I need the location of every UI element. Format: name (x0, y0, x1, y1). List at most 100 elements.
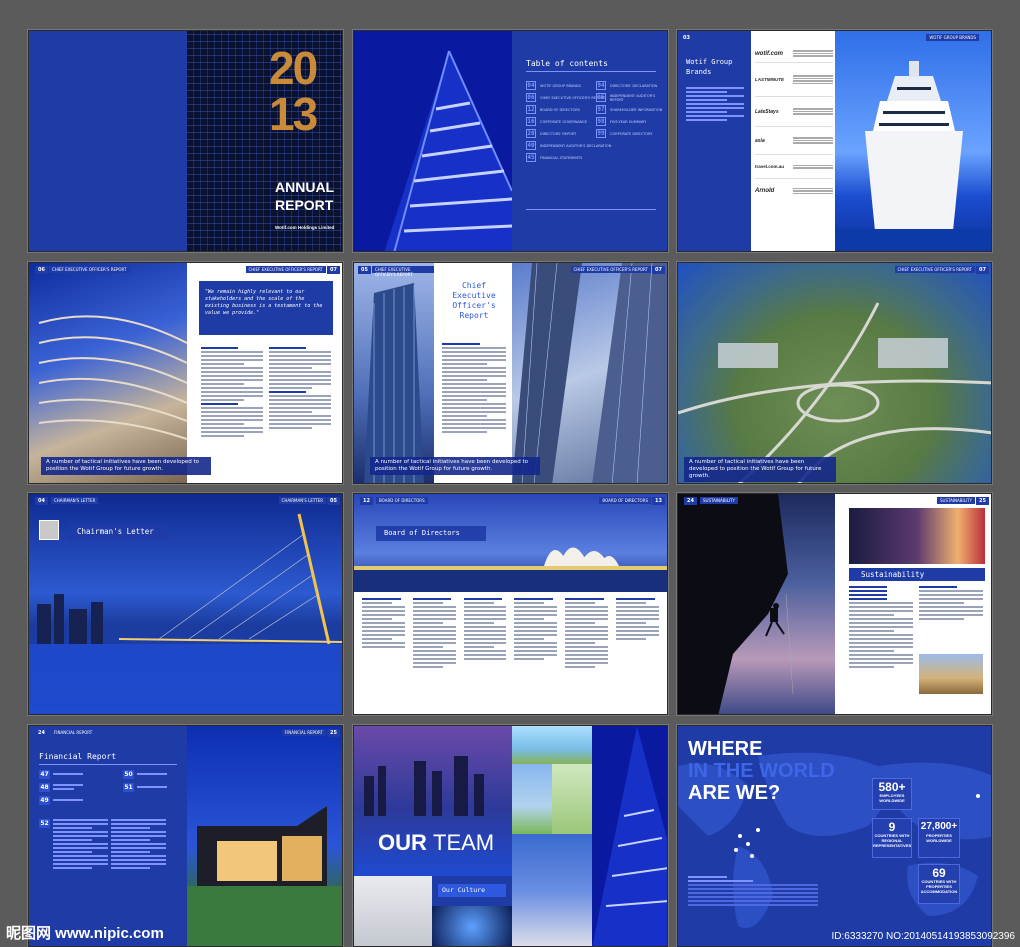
body-text-col-2 (269, 347, 331, 431)
toc-panel: Table of contents 04 WOTIF GROUP BRANDS 0… (512, 31, 667, 251)
cover-year-top: 20 (269, 42, 318, 94)
header-label: CHIEF EXECUTIVE OFFICER'S REPORT (49, 266, 130, 273)
cliff-climber-graphic (678, 494, 794, 714)
board-member-col (565, 598, 609, 670)
brands-intro-text (686, 87, 744, 123)
toc-item-label: INDEPENDENT AUDITOR'S DECLARATION (540, 143, 612, 148)
team-photo-people (354, 876, 432, 946)
header-label: WOTIF GROUP BRANDS (926, 34, 979, 41)
stat-label: COUNTRIES WITH PROPERTIES ACCOMMODATION (920, 879, 958, 894)
toc-item[interactable]: 40 INDEPENDENT AUDITOR'S DECLARATION (526, 141, 611, 150)
section-number: 49 (39, 796, 50, 805)
toc-item-number: 40 (526, 141, 536, 150)
brands-panel: 03 Wotif Group Brands (678, 31, 751, 251)
toc-item[interactable]: 97 SHAREHOLDER INFORMATION (596, 105, 667, 114)
team-title-a: OUR (378, 830, 427, 855)
financial-panel: 24 FINANCIAL REPORT Financial Report 47 … (29, 726, 187, 946)
spread-ceo-quote[interactable]: 06 CHIEF EXECUTIVE OFFICER'S REPORT A nu… (28, 262, 343, 484)
toc-item[interactable]: 99 CORPORATE DIRECTORY (596, 129, 667, 138)
toc-item[interactable]: 45 FINANCIAL STATEMENTS (526, 153, 611, 162)
spread-brands[interactable]: 03 Wotif Group Brands wotif.com LASTMINU… (677, 30, 992, 252)
spread-cover[interactable]: 20 13 ANNUAL REPORT Wotif.com Holdings L… (28, 30, 343, 252)
aerial-photo: CHIEF EXECUTIVE OFFICER'S REPORT 07 A nu… (678, 263, 991, 483)
where-line-2: IN THE WORLD (688, 760, 835, 782)
spread-our-team[interactable]: OUR TEAM Our Culture (353, 725, 668, 947)
city-night-photo (849, 508, 985, 564)
toc-item-label: INDEPENDENT AUDITOR'S REPORT (609, 93, 656, 102)
page-number: 05 (358, 266, 371, 274)
page-number: 12 (360, 497, 373, 505)
stat-countries-regional: 9 COUNTRIES WITH REGIONAL REPRESENTATIVES (872, 818, 912, 858)
toc-item-number: 94 (596, 81, 606, 90)
page-title: Sustainability (849, 568, 985, 581)
toc-building-graphic (384, 50, 513, 251)
cover-year-bottom: 13 (269, 88, 318, 140)
board-member-col (362, 598, 405, 670)
header-label: CHAIRMAN'S LETTER (278, 497, 326, 504)
photo-caption: A number of tactical initiatives have be… (370, 457, 540, 476)
spread-where[interactable]: WHERE IN THE WORLD ARE WE? 580+ EMPLOYEES… (677, 725, 992, 947)
body-text-col-2 (919, 586, 983, 622)
ceo-tower-photo: CHIEF EXECUTIVE OFFICER'S REPORT 07 A nu… (370, 263, 667, 483)
cover-building-photo: 20 13 ANNUAL REPORT Wotif.com Holdings L… (187, 31, 342, 251)
body-text-col-1 (201, 347, 263, 439)
toc-item-number: 16 (526, 117, 536, 126)
cover-left-panel (29, 31, 187, 251)
spread-financial[interactable]: 24 FINANCIAL REPORT Financial Report 47 … (28, 725, 343, 947)
toc-item-number: 04 (526, 81, 536, 90)
page-title: Board of Directors (376, 526, 486, 541)
header-label: CHIEF EXECUTIVE OFFICER'S REPORT (245, 266, 326, 273)
culture-label: Our Culture (438, 884, 506, 897)
brand-row: LASTMINUTE (755, 63, 833, 97)
stat-value: 27,800+ (920, 821, 958, 832)
spread-ceo-title[interactable]: 05 CHIEF EXECUTIVE OFFICER'S REPORT Chie… (353, 262, 668, 484)
city-skyline-photo: OUR TEAM (354, 726, 512, 876)
brand-logo: travel.com.au (755, 164, 785, 169)
toc-item-label: CORPORATE DIRECTORY (610, 131, 653, 136)
brand-logo: LASTMINUTE (755, 77, 784, 82)
section-number: 51 (123, 783, 134, 792)
toc-item[interactable]: 94 DIRECTORS' DECLARATION (596, 81, 667, 90)
brand-logo: LateStays (755, 108, 779, 115)
photo-caption: A number of tactical initiatives have be… (41, 457, 211, 476)
spread-toc[interactable]: Table of contents 04 WOTIF GROUP BRANDS 0… (353, 30, 668, 252)
page-title: Financial Report (39, 752, 117, 761)
brands-logo-list: wotif.com LASTMINUTE LateStays asia trav… (755, 31, 833, 251)
section-number: 52 (39, 819, 50, 828)
toc-item-number: 06 (526, 93, 536, 102)
climber-photo: 24 SUSTAINABILITY (678, 494, 835, 714)
toc-item-label: CORPORATE GOVERNANCE (540, 119, 588, 124)
opera-house-graphic (354, 547, 667, 592)
spread-aerial[interactable]: CHIEF EXECUTIVE OFFICER'S REPORT 07 A nu… (677, 262, 992, 484)
board-member-columns (362, 598, 659, 670)
where-line-3: ARE WE? (688, 782, 781, 804)
page-number: 25 (327, 729, 340, 737)
page-number: 06 (35, 266, 48, 274)
spread-board[interactable]: 12 BOARD OF DIRECTORS BOARD OF DIRECTORS… (353, 493, 668, 715)
towers-graphic (512, 263, 667, 483)
section-number: 50 (123, 770, 134, 779)
toc-building-photo (354, 31, 513, 251)
cover-annual: ANNUAL (275, 179, 335, 195)
toc-item-number: 20 (526, 129, 536, 138)
toc-item[interactable]: 95 INDEPENDENT AUDITOR'S REPORT (596, 93, 667, 102)
page-number: 05 (327, 497, 340, 505)
header-label: BOARD OF DIRECTORS (599, 497, 651, 504)
brand-row: travel.com.au (755, 155, 833, 179)
image-id-watermark: ID:6333270 NO:20140514193853092396 (831, 931, 1016, 942)
ceo-text-page: CHIEF EXECUTIVE OFFICER'S REPORT 07 "We … (187, 263, 342, 483)
spread-sustainability[interactable]: 24 SUSTAINABILITY SUSTAINABILITY 25 Sust… (677, 493, 992, 715)
toc-item[interactable]: 98 FIVE-YEAR SUMMARY (596, 117, 667, 126)
toc-bottom-rule (526, 209, 656, 210)
brand-row: Arnold (755, 179, 833, 203)
jumping-people-photo (512, 726, 592, 764)
page-title: Chief Executive Officer's Report (452, 281, 496, 320)
team-title: OUR TEAM (378, 830, 494, 856)
header-label: SUSTAINABILITY (936, 497, 975, 504)
header-label: BOARD OF DIRECTORS (376, 497, 428, 504)
happy-people-photo (512, 834, 592, 946)
toc-item-label: WOTIF GROUP BRANDS (540, 83, 581, 88)
stat-properties: 27,800+ PROPERTIES WORLDWIDE (918, 818, 960, 858)
cruise-ship-graphic (835, 61, 991, 251)
spread-chairman[interactable]: 04 CHAIRMAN'S LETTER CHAIRMAN'S LETTER 0… (28, 493, 343, 715)
